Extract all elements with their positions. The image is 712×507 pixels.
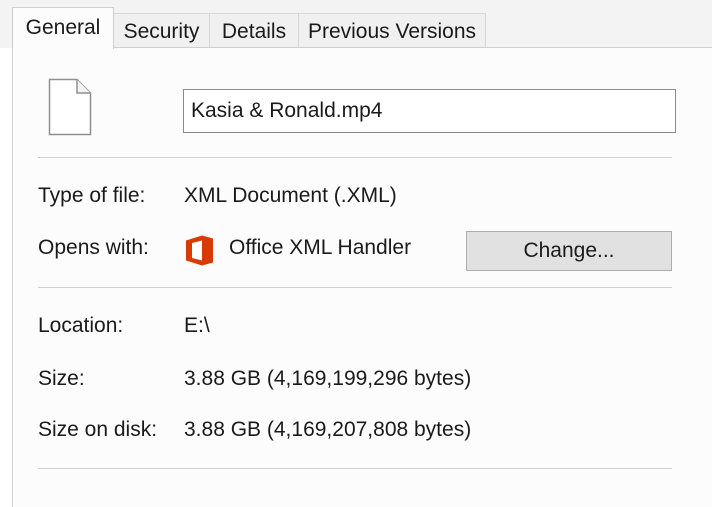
file-name-input[interactable] [183, 89, 676, 133]
size-on-disk-value: 3.88 GB (4,169,207,808 bytes) [184, 418, 472, 441]
tab-general[interactable]: General [12, 7, 114, 49]
tab-details[interactable]: Details [209, 13, 299, 47]
type-of-file-label: Type of file: [38, 184, 146, 207]
size-on-disk-label: Size on disk: [38, 418, 158, 441]
tab-strip: Security Details Previous Versions Gener… [0, 0, 712, 49]
size-label: Size: [38, 367, 85, 390]
office-logo-icon [186, 235, 213, 266]
opens-with-value: Office XML Handler [229, 236, 412, 259]
type-of-file-value: XML Document (.XML) [184, 184, 397, 207]
tab-security[interactable]: Security [113, 13, 210, 47]
change-button[interactable]: Change... [466, 231, 672, 271]
divider [38, 468, 672, 469]
divider [38, 287, 672, 288]
blank-document-icon [48, 78, 92, 136]
location-value: E:\ [184, 314, 210, 337]
opens-with-label: Opens with: [38, 236, 149, 259]
location-label: Location: [38, 314, 124, 337]
tab-previous-versions[interactable]: Previous Versions [298, 13, 486, 47]
size-value: 3.88 GB (4,169,199,296 bytes) [184, 367, 472, 390]
divider [38, 157, 672, 158]
